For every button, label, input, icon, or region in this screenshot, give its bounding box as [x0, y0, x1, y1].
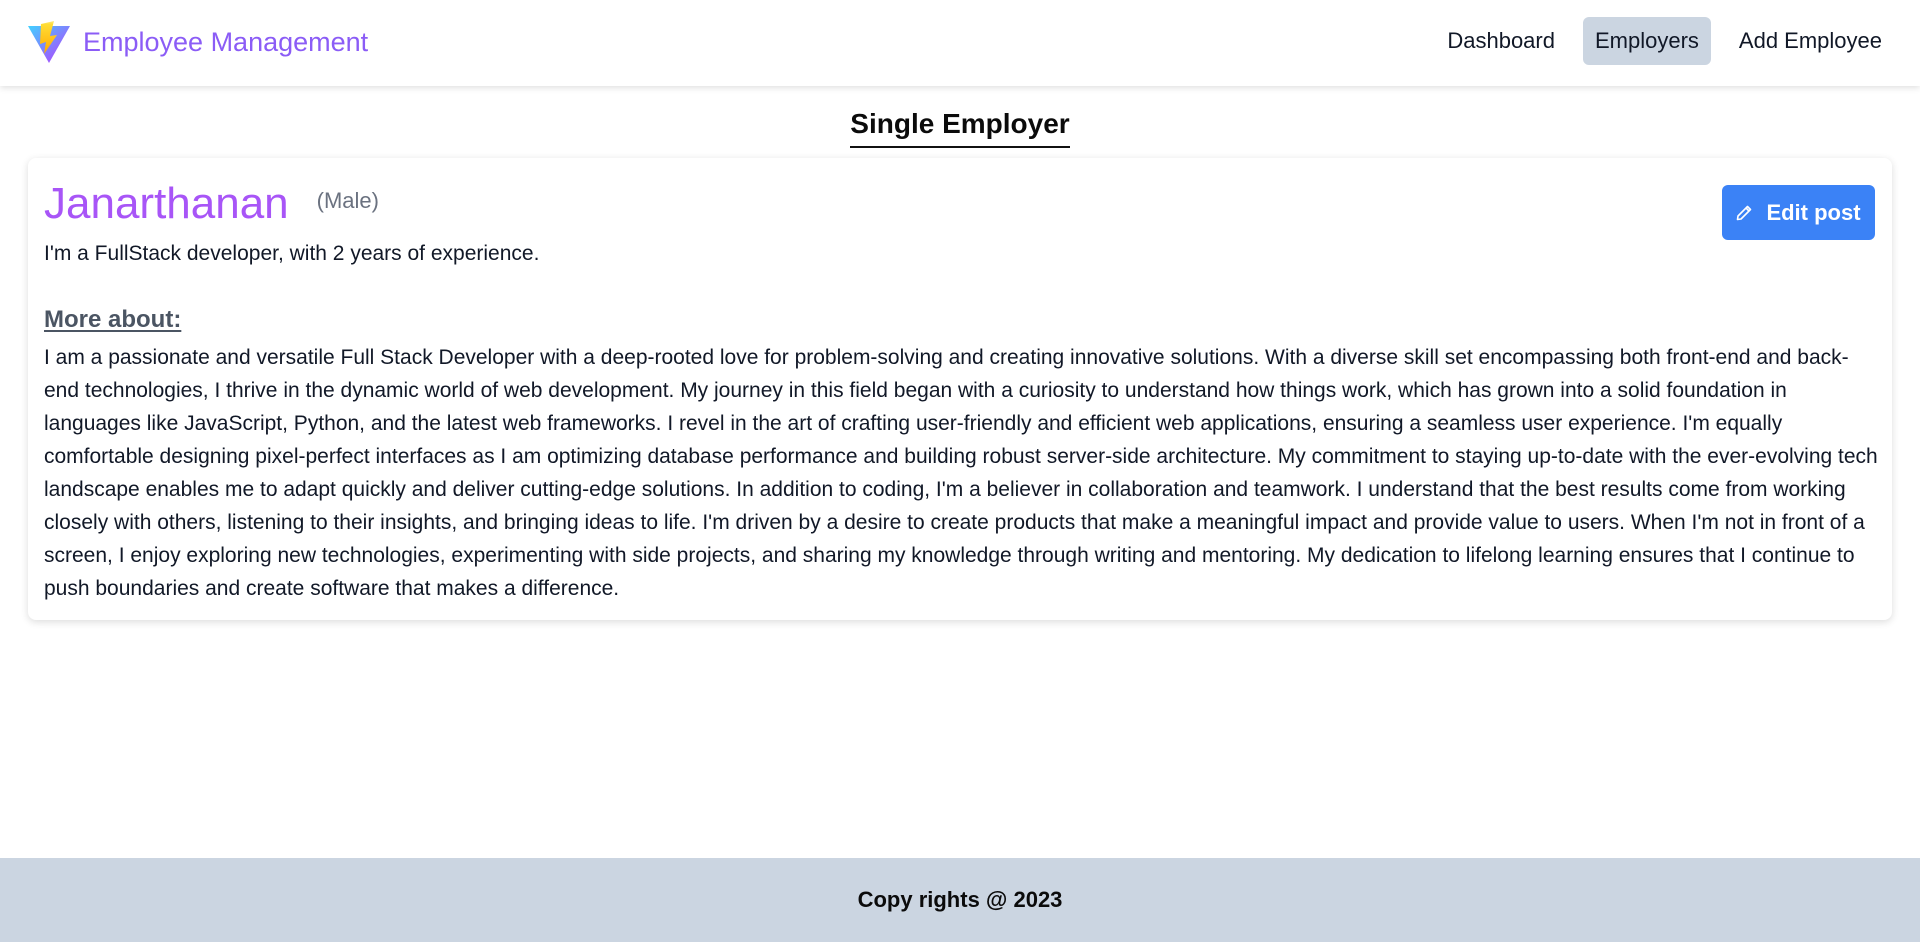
- pencil-icon: [1737, 205, 1752, 220]
- employee-header: Janarthanan (Male): [44, 179, 379, 228]
- edit-post-label: Edit post: [1766, 199, 1861, 225]
- vite-logo-icon: [28, 21, 70, 63]
- nav-links: Dashboard Employers Add Employee: [1435, 17, 1894, 65]
- employee-gender: (Male): [316, 188, 379, 213]
- page-heading-wrap: Single Employer: [0, 108, 1920, 148]
- nav-item-add-employee[interactable]: Add Employee: [1727, 17, 1894, 65]
- nav-item-dashboard[interactable]: Dashboard: [1435, 17, 1567, 65]
- employee-name: Janarthanan: [44, 179, 289, 228]
- brand-title: Employee Management: [83, 26, 369, 57]
- navbar: Employee Management Dashboard Employers …: [0, 0, 1920, 86]
- employee-description: I am a passionate and versatile Full Sta…: [44, 346, 1878, 600]
- footer: Copy rights @ 2023: [0, 858, 1920, 942]
- footer-copyright: Copy rights @ 2023: [857, 887, 1063, 912]
- employee-short-bio: I'm a FullStack developer, with 2 years …: [44, 242, 540, 265]
- more-about-heading: More about:: [44, 306, 182, 333]
- page-title: Single Employer: [850, 108, 1070, 148]
- brand-link[interactable]: Employee Management: [27, 20, 368, 64]
- nav-item-employers[interactable]: Employers: [1582, 17, 1711, 65]
- employee-card: Janarthanan (Male) Edit post I'm a FullS…: [28, 158, 1892, 620]
- page: Employee Management Dashboard Employers …: [0, 0, 1920, 942]
- edit-post-button[interactable]: Edit post: [1722, 185, 1875, 240]
